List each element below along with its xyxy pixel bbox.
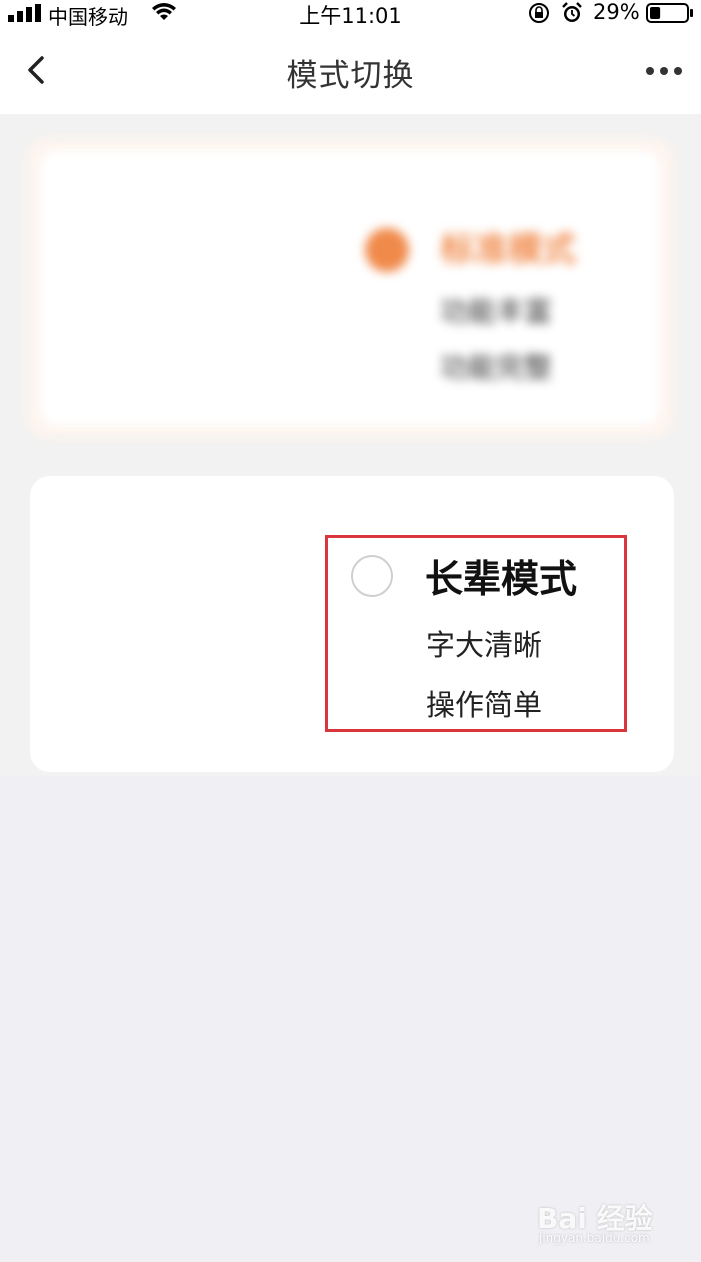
watermark-url: jingyan.baidu.com: [539, 1231, 650, 1245]
status-bar: 中国移动 上午11:01 29%: [0, 0, 701, 29]
page-title: 模式切换: [286, 58, 415, 94]
highlight-annotation-box: [325, 535, 627, 732]
standard-mode-card[interactable]: 标准模式 功能丰富 功能完整: [26, 138, 674, 438]
more-dots-icon[interactable]: [640, 56, 688, 86]
battery-icon: [646, 3, 693, 23]
baidu-jingyan-watermark: Bai 经验 jingyan.baidu.com: [537, 1185, 687, 1249]
standard-mode-card-inner: 标准模式 功能丰富 功能完整: [40, 150, 660, 426]
alarm-icon: [562, 2, 582, 22]
standard-mode-line-1: 功能丰富: [440, 295, 553, 328]
standard-mode-radio[interactable]: [365, 228, 409, 272]
standard-mode-title: 标准模式: [440, 230, 576, 270]
nav-bar: 模式切换: [0, 28, 701, 114]
app-screen: 中国移动 上午11:01 29% 模式切换 标准模式 功能丰富 功能完整 长辈模…: [0, 0, 701, 1262]
standard-mode-line-2: 功能完整: [440, 351, 553, 384]
battery-percent: 29%: [593, 0, 640, 24]
rotation-lock-icon: [529, 3, 549, 23]
